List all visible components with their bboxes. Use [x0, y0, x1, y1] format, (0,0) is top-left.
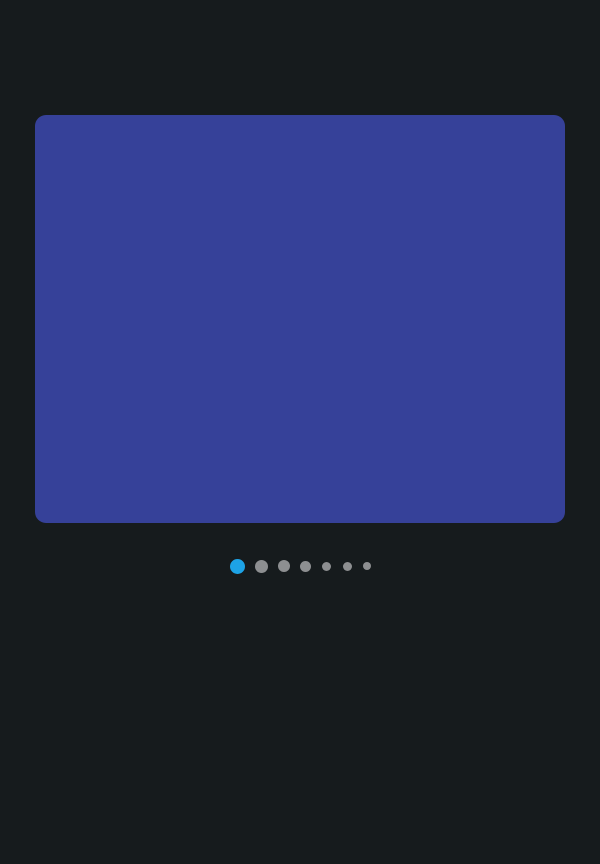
- page-dot-4[interactable]: [299, 560, 311, 572]
- page-dot-2[interactable]: [254, 559, 268, 573]
- page-indicator: [0, 554, 600, 578]
- carousel-slide[interactable]: [35, 115, 565, 523]
- page-dot-5[interactable]: [321, 561, 331, 571]
- page-dot-3[interactable]: [277, 560, 290, 572]
- page-dot-1[interactable]: [229, 558, 245, 574]
- onboarding-screen: [0, 0, 600, 864]
- page-dot-7[interactable]: [362, 562, 371, 570]
- image-carousel[interactable]: [35, 115, 565, 523]
- page-dot-6[interactable]: [342, 561, 352, 571]
